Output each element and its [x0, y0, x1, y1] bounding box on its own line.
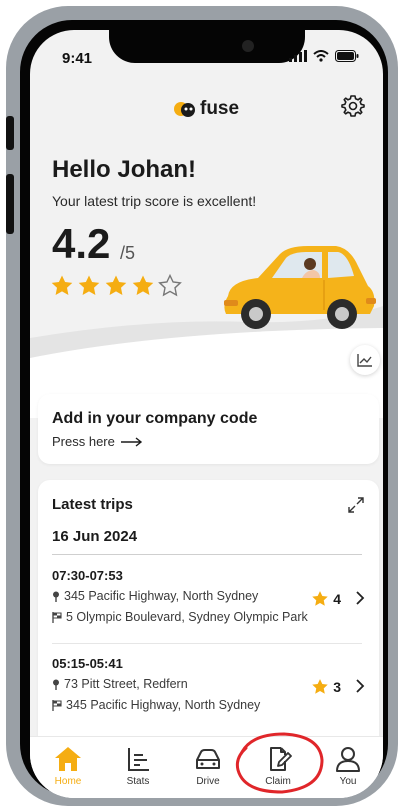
expand-icon[interactable]	[347, 496, 365, 514]
trip-to-address: 345 Pacific Highway, North Sydney	[66, 698, 261, 712]
trip-score: 4	[311, 590, 341, 608]
latest-trips-title: Latest trips	[52, 496, 133, 513]
status-icons	[289, 50, 359, 62]
trip-from-address: 345 Pacific Highway, North Sydney	[64, 589, 259, 603]
settings-gear-icon[interactable]	[341, 94, 365, 118]
tab-home[interactable]: Home	[38, 745, 98, 787]
trip-score-value: 4	[333, 591, 341, 607]
home-icon	[55, 747, 81, 771]
trip-from-address: 73 Pitt Street, Redfern	[64, 677, 188, 691]
user-icon	[336, 747, 360, 772]
star-filled-icon	[105, 275, 127, 295]
score-stars	[50, 274, 182, 298]
arrow-right-icon	[120, 436, 142, 447]
flag-icon	[52, 699, 62, 711]
line-chart-icon	[357, 354, 372, 367]
trip-time: 07:30-07:53	[52, 568, 123, 583]
greeting-subtitle: Your latest trip score is excellent!	[52, 193, 257, 209]
star-filled-icon	[132, 275, 154, 295]
tab-stats[interactable]: Stats	[108, 745, 168, 787]
trip-score-max: /5	[120, 243, 136, 263]
signal-icon	[289, 50, 307, 62]
logo-text: fuse	[200, 98, 240, 119]
fuse-logo: fuse	[173, 98, 239, 120]
car-illustration-icon	[224, 246, 376, 329]
star-icon	[312, 679, 328, 694]
trip-row[interactable]: 05:15-05:41 73 Pitt Street, Redfern 345 …	[52, 656, 367, 726]
company-code-link-label: Press here	[52, 434, 115, 449]
greeting-title: Hello Johan!	[52, 156, 197, 183]
score-chart-button[interactable]	[350, 345, 380, 375]
chevron-right-icon	[356, 591, 365, 605]
star-filled-icon	[78, 275, 100, 295]
pin-icon	[53, 591, 59, 602]
trip-score-value: 4.2	[52, 220, 111, 267]
side-button	[6, 174, 14, 234]
annotation-circle	[235, 732, 324, 794]
stats-icon	[128, 748, 149, 771]
star-filled-icon	[51, 275, 73, 295]
company-code-title: Add in your company code	[52, 410, 258, 427]
trip-row[interactable]: 07:30-07:53 345 Pacific Highway, North S…	[52, 568, 367, 638]
bottom-tab-bar: Home Stats Drive Claim You	[30, 736, 383, 798]
star-empty-icon	[158, 274, 182, 297]
car-icon	[196, 749, 220, 769]
side-button	[6, 116, 14, 150]
flag-icon	[52, 611, 62, 623]
divider	[52, 554, 362, 555]
tab-drive[interactable]: Drive	[178, 745, 238, 787]
status-time: 9:41	[62, 50, 93, 67]
trip-from: 73 Pitt Street, Redfern	[52, 677, 188, 691]
star-icon	[312, 591, 328, 606]
company-code-card[interactable]: Add in your company code Press here	[38, 394, 379, 464]
logo-mark-icon	[174, 102, 195, 117]
trip-to: 345 Pacific Highway, North Sydney	[52, 698, 260, 712]
trip-time: 05:15-05:41	[52, 656, 123, 671]
wifi-icon	[313, 50, 329, 62]
tab-label: Drive	[196, 776, 220, 787]
tab-label: Stats	[126, 776, 150, 787]
notch	[109, 30, 305, 63]
tab-label: Home	[54, 776, 82, 787]
trip-from: 345 Pacific Highway, North Sydney	[52, 589, 258, 603]
battery-icon	[335, 50, 359, 62]
trip-score-value: 3	[333, 679, 341, 695]
trip-score: 3	[311, 678, 341, 696]
trip-to: 5 Olympic Boulevard, Sydney Olympic Park	[52, 610, 308, 624]
chevron-right-icon	[356, 679, 365, 693]
trip-to-address: 5 Olympic Boulevard, Sydney Olympic Park	[66, 610, 308, 624]
company-code-link[interactable]: Press here	[52, 434, 143, 449]
divider	[52, 643, 362, 644]
app-screen: 9:41 fuse Hello Johan! Your latest trip …	[30, 30, 383, 798]
camera	[242, 40, 254, 52]
trip-date: 16 Jun 2024	[52, 528, 138, 545]
tab-label: You	[339, 776, 357, 787]
pin-icon	[53, 679, 59, 690]
